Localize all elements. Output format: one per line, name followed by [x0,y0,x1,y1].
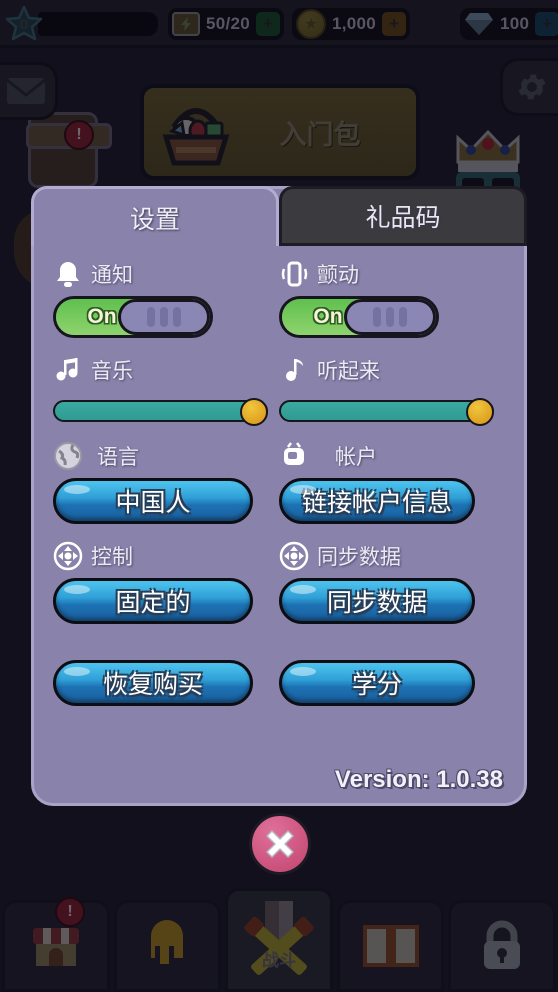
tab-gift-code-label: 礼品码 [365,204,441,232]
vibration-state: On [313,305,343,328]
language-setting: 语言 中国人 [53,438,279,524]
music-slider[interactable] [53,398,268,426]
language-label: 语言 [97,446,139,469]
settings-content: 通知 On 颤动 On 音乐 听起来 语言 中国人 帐户 链接帐户信息 控制 固… [31,244,527,806]
sync-setting: 同步数据 同步数据 [279,538,505,624]
control-setting: 控制 固定的 [53,538,279,624]
dpad-icon [53,541,83,571]
vibration-label: 颤动 [317,264,359,287]
language-account-row: 语言 中国人 帐户 链接帐户信息 [53,438,505,524]
music-notes-icon [53,355,83,385]
dialog-tabs: 礼品码 设置 [31,186,527,246]
control-sync-row: 控制 固定的 同步数据 同步数据 [53,538,505,624]
language-button[interactable]: 中国人 [53,478,253,524]
game-screen: 0 50/20 + ★ 1,000 + 100 + [0,0,558,992]
notification-state: On [87,305,117,328]
notification-setting: 通知 On [53,256,279,338]
tab-settings[interactable]: 设置 [31,186,279,246]
music-setting: 音乐 [53,352,279,426]
tab-settings-label: 设置 [129,205,180,234]
control-label: 控制 [91,546,133,569]
vibration-toggle-knob[interactable] [344,299,436,335]
sound-slider-knob[interactable] [466,398,494,426]
dpad-icon [279,541,309,571]
notification-toggle[interactable]: On [53,296,213,338]
music-note-icon [279,355,309,385]
notification-label: 通知 [91,264,133,287]
sound-slider[interactable] [279,398,494,426]
sound-label: 听起来 [317,360,380,383]
phone-vibrate-icon [279,259,309,289]
toggles-row: 通知 On 颤动 On [53,256,505,338]
control-button[interactable]: 固定的 [53,578,253,624]
globe-icon [53,441,83,471]
bell-icon [53,259,83,289]
tv-icon [279,441,309,471]
sync-label: 同步数据 [317,546,401,569]
close-dialog-button[interactable] [249,813,311,875]
sound-setting: 听起来 [279,352,505,426]
account-link-button[interactable]: 链接帐户信息 [279,478,475,524]
sync-button[interactable]: 同步数据 [279,578,475,624]
vibration-setting: 颤动 On [279,256,505,338]
close-icon [266,830,294,858]
restore-credits-row: 恢复购买 学分 [53,656,505,706]
tab-gift-code[interactable]: 礼品码 [279,186,527,246]
volume-row: 音乐 听起来 [53,352,505,426]
account-setting: 帐户 链接帐户信息 [279,438,505,524]
account-label: 帐户 [335,446,377,469]
vibration-toggle[interactable]: On [279,296,439,338]
music-label: 音乐 [91,360,133,383]
restore-purchase-button[interactable]: 恢复购买 [53,660,253,706]
music-slider-knob[interactable] [240,398,268,426]
version-label: Version: 1.0.38 [334,766,503,793]
credits-button[interactable]: 学分 [279,660,475,706]
notification-toggle-knob[interactable] [118,299,210,335]
